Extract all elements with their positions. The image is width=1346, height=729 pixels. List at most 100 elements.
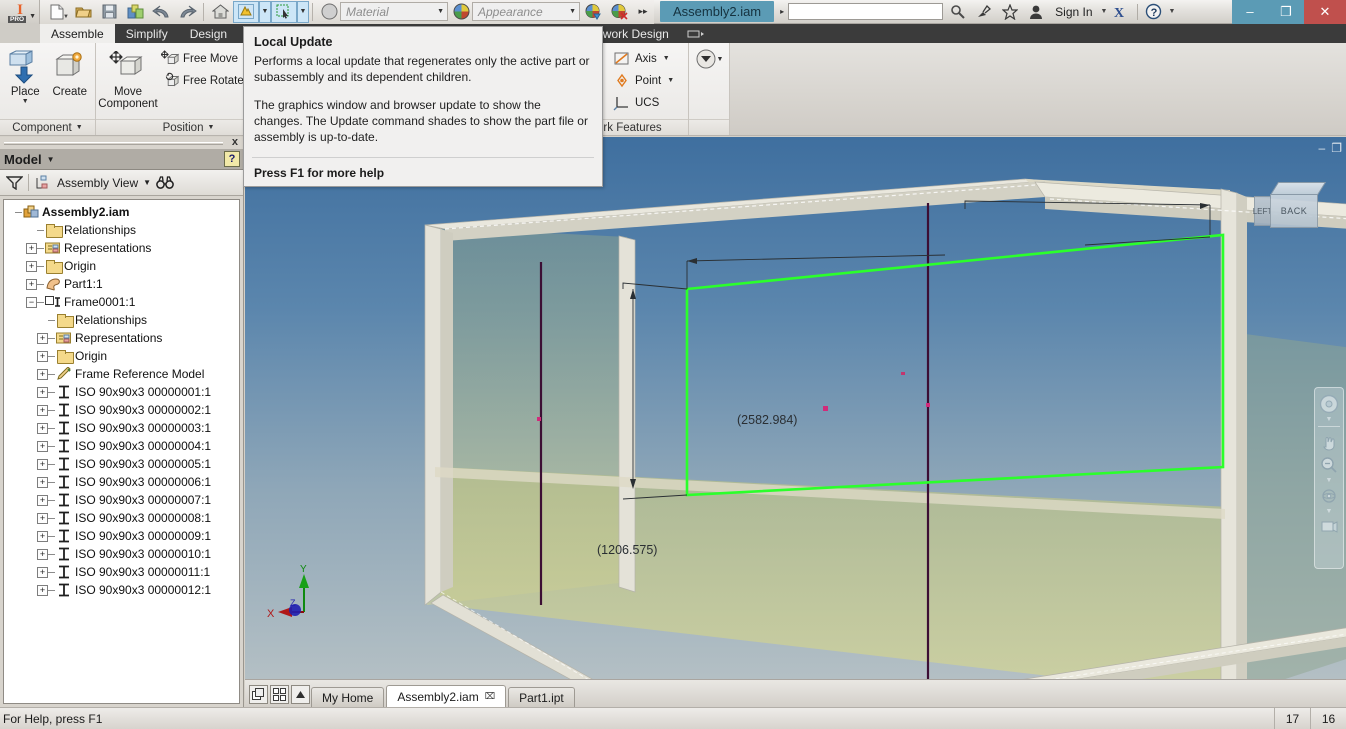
material-field[interactable]: Material ▼ — [340, 2, 448, 21]
place-component-button[interactable]: Place ▼ — [4, 46, 47, 105]
chevron-down-icon[interactable]: ▼ — [1326, 416, 1333, 422]
tree-expander-plus[interactable]: + — [37, 333, 48, 344]
viewport-restore-button[interactable]: ❐ — [1331, 141, 1342, 155]
chevron-down-icon[interactable]: ▼ — [29, 13, 36, 20]
pan-icon[interactable] — [1318, 431, 1340, 452]
doc-tab-part1[interactable]: Part1.ipt — [508, 687, 575, 707]
tree-item[interactable]: +ISO 90x90x3 00000003:1 — [4, 419, 239, 437]
free-move-button[interactable]: Free Move — [158, 48, 247, 69]
tree-expander-plus[interactable]: + — [26, 243, 37, 254]
tree-item[interactable]: +Origin — [4, 347, 239, 365]
exchange-apps-icon[interactable]: X — [1111, 1, 1133, 23]
orbit-icon[interactable] — [1318, 485, 1340, 506]
visibility-icon[interactable] — [695, 48, 717, 70]
chevron-right-icon[interactable]: ▸ — [780, 7, 784, 16]
tree-expander-plus[interactable]: + — [37, 441, 48, 452]
tree-expander-plus[interactable]: + — [37, 495, 48, 506]
satellite-dish-icon[interactable] — [973, 1, 995, 23]
tab-assemble[interactable]: Assemble — [40, 24, 115, 43]
undo-icon[interactable] — [148, 1, 174, 23]
chevron-down-icon[interactable]: ▼ — [667, 77, 674, 84]
tree-expander-plus[interactable]: + — [37, 369, 48, 380]
save-icon[interactable] — [96, 1, 122, 23]
tree-expander-minus[interactable]: − — [26, 297, 37, 308]
tree-item[interactable]: +Representations — [4, 239, 239, 257]
redo-icon[interactable] — [174, 1, 200, 23]
doc-tab-assembly2[interactable]: Assembly2.iam ⌧ — [386, 685, 506, 707]
select-dropdown[interactable]: ▼ — [297, 1, 309, 23]
ucs-button[interactable]: UCS — [610, 92, 677, 113]
tree-item[interactable]: +ISO 90x90x3 00000001:1 — [4, 383, 239, 401]
sign-in-label[interactable]: Sign In — [1051, 5, 1096, 19]
graphics-viewport[interactable]: – ❐ LEFT BACK ▼ ▼ ▼ — [245, 137, 1346, 707]
tree-item[interactable]: +ISO 90x90x3 00000008:1 — [4, 509, 239, 527]
help-icon[interactable]: ? — [1142, 1, 1164, 23]
tree-expander-plus[interactable]: + — [37, 585, 48, 596]
chevron-down-icon[interactable]: ▼ — [1326, 477, 1333, 483]
close-button[interactable]: ✕ — [1304, 0, 1346, 24]
restore-button[interactable]: ❐ — [1268, 0, 1304, 24]
assembly-view-label[interactable]: Assembly View — [57, 176, 138, 190]
chevron-down-icon[interactable]: ▼ — [569, 8, 576, 15]
navigation-bar[interactable]: ▼ ▼ ▼ — [1314, 387, 1344, 569]
chevron-down-icon[interactable]: ▼ — [1101, 8, 1108, 15]
open-folder-icon[interactable] — [70, 1, 96, 23]
tab-simplify[interactable]: Simplify — [115, 24, 179, 43]
chevron-down-icon[interactable]: ▼ — [437, 8, 444, 15]
new-file-icon[interactable]: ▼ — [44, 1, 70, 23]
close-icon[interactable]: x — [232, 136, 238, 148]
tree-item[interactable]: −Frame0001:1 — [4, 293, 239, 311]
expand-toolbar-icon[interactable]: ▸▸ — [632, 1, 654, 23]
tree-expander-plus[interactable]: + — [37, 531, 48, 542]
view-cube-left-face[interactable]: LEFT — [1254, 196, 1271, 226]
tree-expander-plus[interactable]: + — [37, 351, 48, 362]
tree-expander-plus[interactable]: + — [26, 261, 37, 272]
selected-sketch-profile[interactable] — [687, 235, 1223, 495]
panel-title-component[interactable]: Component ▼ — [0, 119, 95, 135]
free-rotate-button[interactable]: Free Rotate — [158, 70, 247, 91]
tree-expander-plus[interactable]: + — [37, 513, 48, 524]
local-update-dropdown[interactable]: ▼ — [259, 1, 271, 23]
work-point-button[interactable]: Point ▼ — [610, 70, 677, 91]
chevron-down-icon[interactable]: ▼ — [63, 14, 69, 20]
chevron-down-icon[interactable]: ▼ — [22, 98, 29, 105]
minimize-button[interactable]: – — [1232, 0, 1268, 24]
tree-item[interactable]: +Frame Reference Model — [4, 365, 239, 383]
viewport-minimize-button[interactable]: – — [1319, 141, 1326, 155]
appearance-selector[interactable]: Appearance ▼ — [450, 1, 580, 23]
tree-item[interactable]: +ISO 90x90x3 00000012:1 — [4, 581, 239, 599]
tree-expander-plus[interactable]: + — [37, 423, 48, 434]
model-tree[interactable]: Assembly2.iamRelationships+Representatio… — [3, 199, 240, 704]
doc-tab-my-home[interactable]: My Home — [311, 687, 384, 707]
binoculars-icon[interactable] — [156, 175, 174, 190]
save-all-icon[interactable] — [122, 1, 148, 23]
scroll-up-icon[interactable] — [291, 685, 310, 704]
tree-expander-plus[interactable]: + — [37, 477, 48, 488]
view-cube-front-face[interactable]: BACK — [1270, 194, 1318, 228]
filter-icon[interactable] — [6, 175, 23, 190]
tree-expander-plus[interactable]: + — [37, 459, 48, 470]
tree-expander-plus[interactable]: + — [37, 567, 48, 578]
zoom-icon[interactable] — [1318, 454, 1340, 475]
chevron-down-icon[interactable]: ▼ — [76, 124, 83, 131]
width-dimension-label[interactable]: (2582.984) — [737, 413, 797, 427]
adjust-appearance-icon[interactable] — [580, 1, 606, 23]
help-badge-icon[interactable]: ? — [224, 151, 240, 167]
view-cube[interactable]: LEFT BACK — [1264, 182, 1326, 237]
chevron-down-icon[interactable]: ▼ — [717, 56, 724, 63]
tree-item[interactable]: Assembly2.iam — [4, 203, 239, 221]
search-icon[interactable] — [947, 1, 969, 23]
chevron-down-icon[interactable]: ▼ — [1326, 508, 1333, 514]
application-menu-button[interactable]: I PRO ▼ — [0, 0, 40, 24]
tree-expander-plus[interactable]: + — [37, 387, 48, 398]
close-icon[interactable]: ⌧ — [485, 691, 495, 702]
chevron-down-icon[interactable]: ▼ — [1168, 8, 1175, 15]
tree-item[interactable]: +ISO 90x90x3 00000006:1 — [4, 473, 239, 491]
look-at-icon[interactable] — [1318, 516, 1340, 537]
move-component-button[interactable]: Move Component — [100, 46, 156, 110]
tree-expander-plus[interactable]: + — [37, 405, 48, 416]
tree-item[interactable]: Relationships — [4, 311, 239, 329]
tile-windows-icon[interactable] — [249, 685, 268, 704]
tree-item[interactable]: +Representations — [4, 329, 239, 347]
user-avatar-icon[interactable] — [1025, 1, 1047, 23]
